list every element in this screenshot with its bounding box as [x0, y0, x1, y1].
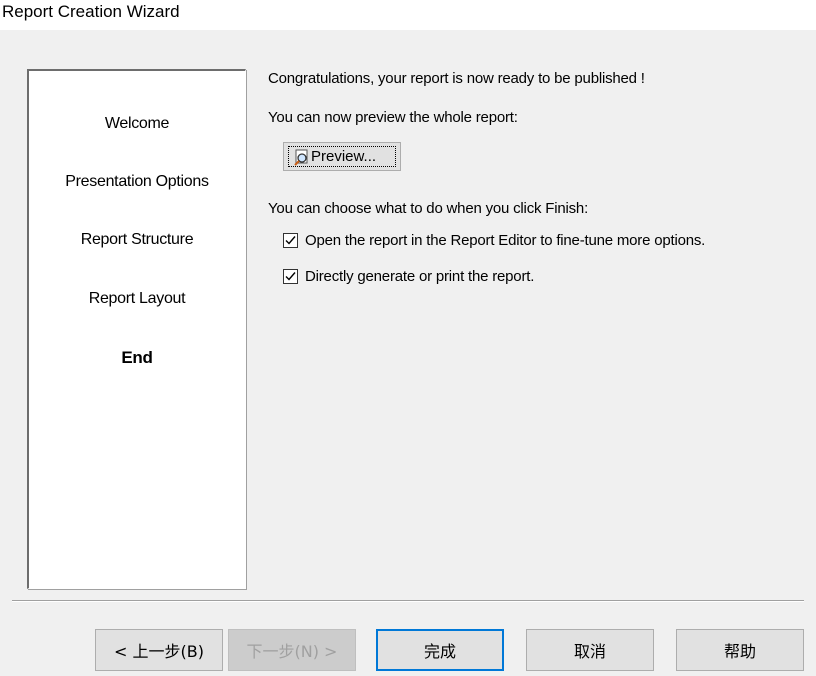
step-end-current: End [121, 348, 153, 367]
open-in-editor-checkbox[interactable] [283, 233, 298, 248]
step-welcome: Welcome [104, 115, 170, 132]
generate-print-option[interactable]: Directly generate or print the report. [283, 268, 534, 285]
generate-print-label: Directly generate or print the report. [305, 268, 535, 285]
back-button[interactable]: < 上一步(B) [95, 629, 223, 671]
open-in-editor-option[interactable]: Open the report in the Report Editor to … [283, 232, 705, 249]
cancel-button[interactable]: 取消 [526, 629, 654, 671]
preview-magnifier-icon [293, 148, 311, 166]
step-presentation-options: Presentation Options [65, 173, 209, 190]
next-button[interactable]: 下一步(N) > [228, 629, 356, 671]
congratulations-text: Congratulations, your report is now read… [268, 70, 645, 87]
checkmark-icon [285, 236, 296, 245]
checkmark-icon [285, 272, 296, 281]
generate-print-checkbox[interactable] [283, 269, 298, 284]
finish-prompt-text: You can choose what to do when you click… [268, 200, 589, 217]
step-report-layout: Report Layout [88, 290, 186, 307]
title-bar: Report Creation Wizard [0, 0, 816, 30]
preview-button-label: Preview... [311, 148, 377, 165]
help-button[interactable]: 帮助 [676, 629, 804, 671]
preview-prompt-text: You can now preview the whole report: [268, 109, 518, 126]
window-title: Report Creation Wizard [2, 2, 180, 21]
step-report-structure: Report Structure [80, 231, 194, 248]
preview-button-focus-rect: Preview... [288, 146, 396, 167]
preview-button[interactable]: Preview... [283, 142, 401, 171]
button-separator [12, 600, 804, 602]
open-in-editor-label: Open the report in the Report Editor to … [305, 232, 706, 249]
finish-button[interactable]: 完成 [376, 629, 504, 671]
wizard-steps-panel: Welcome Presentation Options Report Stru… [27, 69, 246, 589]
